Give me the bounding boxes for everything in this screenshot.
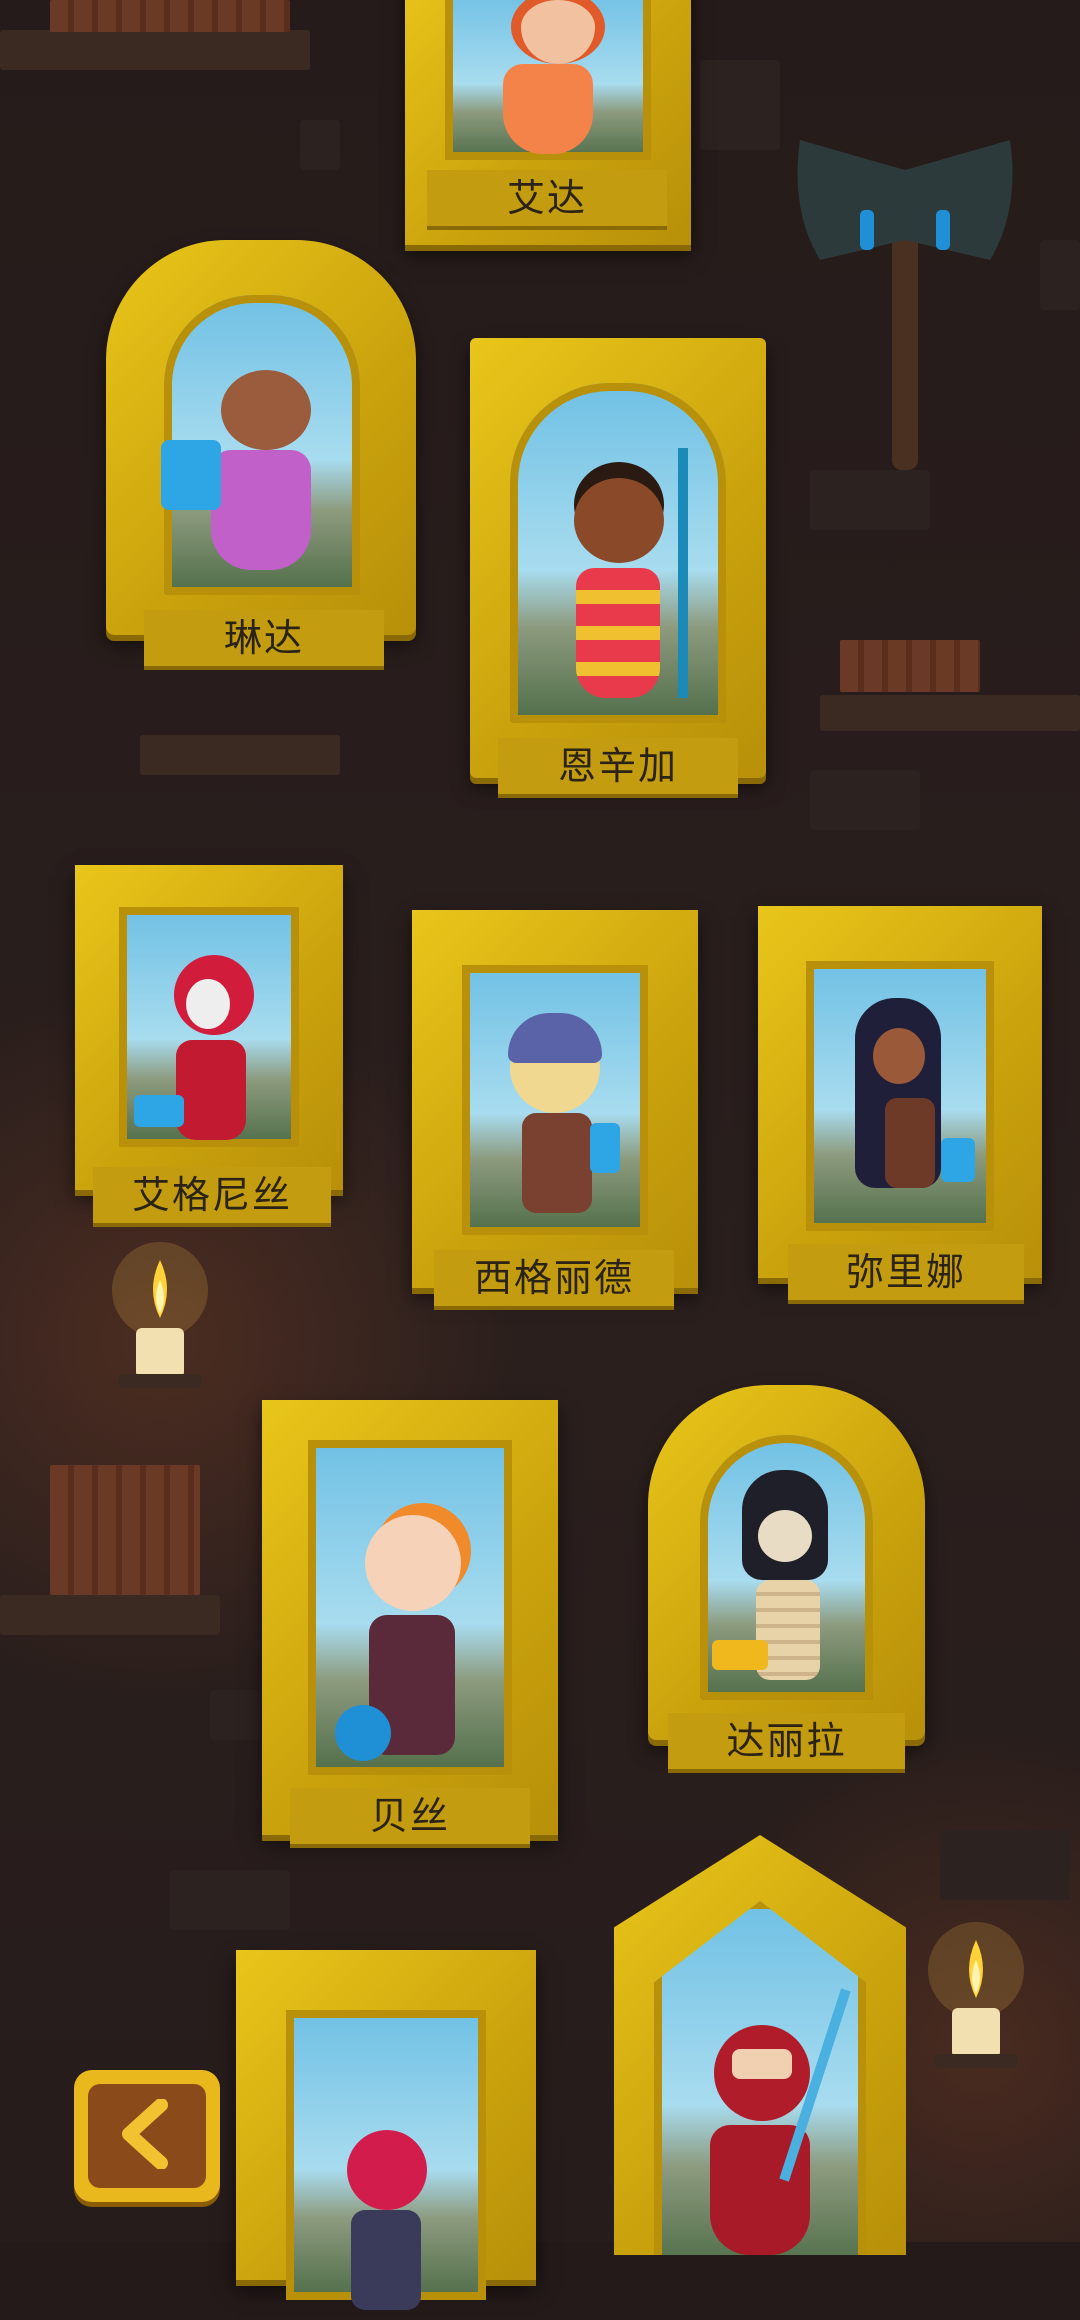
candle-icon <box>110 1240 210 1420</box>
books <box>840 640 980 692</box>
portrait-name-plate: 西格丽德 <box>434 1250 674 1306</box>
portrait-frame[interactable]: 达丽拉 <box>648 1385 925 1769</box>
portrait-frame[interactable]: 西格丽德 <box>412 910 698 1306</box>
portrait-frame[interactable] <box>236 1950 536 2310</box>
books <box>50 0 290 32</box>
portrait-frame[interactable]: 恩辛加 <box>470 338 766 794</box>
wooden-shelf <box>820 695 1080 731</box>
portrait-name-plate: 达丽拉 <box>668 1713 905 1769</box>
back-button[interactable] <box>74 2070 220 2202</box>
portrait-name-plate: 弥里娜 <box>788 1244 1024 1300</box>
portrait-name-plate: 艾达 <box>427 170 667 226</box>
wall-brick <box>940 1830 1070 1900</box>
wall-brick <box>210 1690 260 1740</box>
portrait-frame[interactable]: 弥里娜 <box>758 906 1042 1300</box>
wooden-shelf <box>0 30 310 70</box>
chevron-left-icon <box>117 2098 177 2173</box>
portrait-name-plate: 贝丝 <box>290 1788 530 1844</box>
portrait-frame[interactable]: 艾格尼丝 <box>75 865 343 1223</box>
portrait-name-plate: 恩辛加 <box>498 738 738 794</box>
portrait-name-plate: 艾格尼丝 <box>93 1167 331 1223</box>
axe-icon <box>780 100 1030 480</box>
books <box>50 1465 200 1595</box>
wall-brick <box>700 60 780 150</box>
wall-brick <box>1040 240 1080 310</box>
candle-icon <box>926 1920 1026 2100</box>
portrait-frame[interactable]: 艾达 <box>405 0 691 245</box>
wooden-shelf <box>140 735 340 775</box>
portrait-frame[interactable]: 贝丝 <box>262 1400 558 1844</box>
portrait-frame[interactable]: 琳达 <box>106 240 416 666</box>
wall-brick <box>810 770 920 830</box>
portrait-name-plate: 琳达 <box>144 610 384 666</box>
wooden-shelf <box>0 1595 220 1635</box>
wall-brick <box>170 1870 290 1930</box>
wall-brick <box>300 120 340 170</box>
